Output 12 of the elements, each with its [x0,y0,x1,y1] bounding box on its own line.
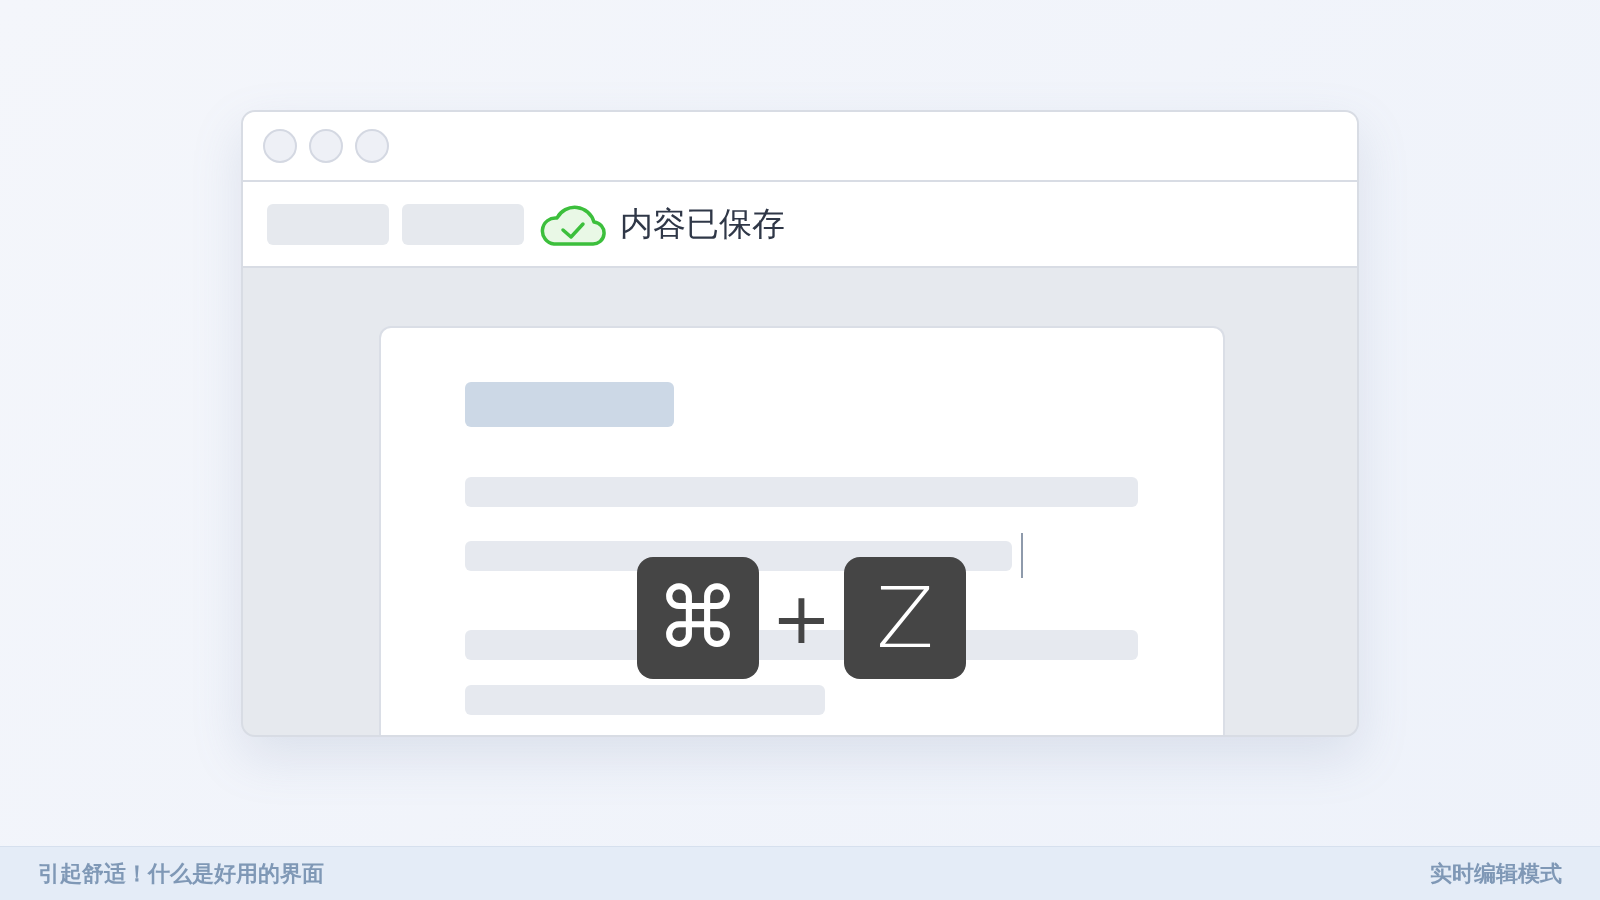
footer-caption: 实时编辑模式 [1430,859,1562,888]
plus-sign: + [770,582,833,654]
toolbar-button[interactable] [402,203,524,245]
save-status: 内容已保存 [620,202,785,245]
keyboard-key: Z [844,557,966,679]
window-control-button[interactable] [355,129,389,163]
text-cursor [1021,533,1023,578]
toolbar-button[interactable] [267,203,389,245]
keyboard-key: ⌘ [637,557,759,679]
footer-title: 引起舒适！什么是好用的界面 [38,859,324,888]
window-control-button[interactable] [263,129,297,163]
window-control-button[interactable] [309,129,343,163]
